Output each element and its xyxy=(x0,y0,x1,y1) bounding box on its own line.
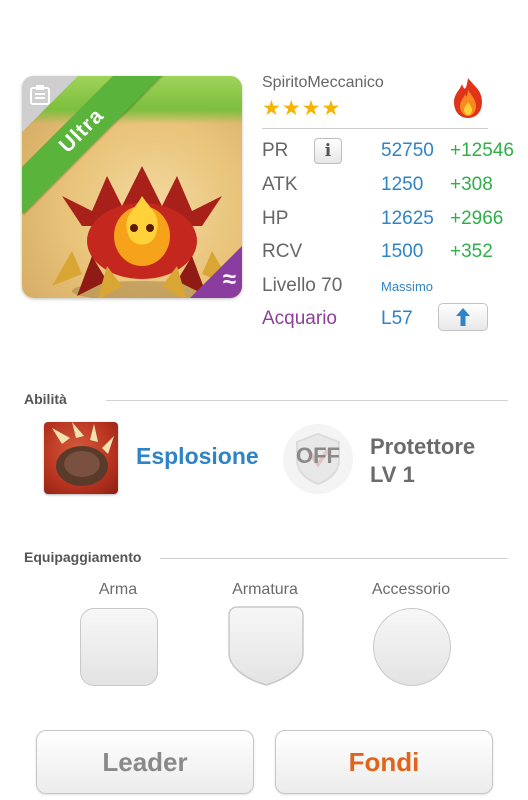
accessory-slot[interactable] xyxy=(373,608,451,686)
monster-name: SpiritoMeccanico xyxy=(262,74,384,91)
leader-skill-off-label: OFF xyxy=(296,443,340,468)
equipment-title: Equipaggiamento xyxy=(24,549,142,565)
armor-label: Armatura xyxy=(232,581,298,598)
atk-bonus: +308 xyxy=(450,174,493,195)
rcv-bonus: +352 xyxy=(450,241,493,262)
active-skill-icon[interactable] xyxy=(44,422,118,494)
leader-skill-name: Protettore LV 1 xyxy=(370,433,475,489)
level-max-text: Massimo xyxy=(381,279,434,294)
pr-label: PR xyxy=(262,140,289,161)
active-skill-name[interactable]: Esplosione xyxy=(136,443,259,470)
abilities-title: Abilità xyxy=(24,391,67,407)
fire-icon xyxy=(454,78,482,118)
abilities-divider xyxy=(106,400,508,401)
atk-label: ATK xyxy=(262,174,298,195)
claw-icon xyxy=(52,422,114,486)
level-label: Livello 70 xyxy=(262,275,343,296)
pr-value: 52750 xyxy=(381,140,434,161)
leader-skill-name-line1: Protettore xyxy=(370,434,476,459)
hp-value: 12625 xyxy=(381,208,434,229)
aquarius-level: L57 xyxy=(381,308,413,329)
accessory-label: Accessorio xyxy=(371,581,451,598)
equipment-tag-icon xyxy=(30,85,50,105)
header-divider xyxy=(262,128,488,129)
upgrade-button[interactable] xyxy=(438,303,488,331)
leader-button[interactable]: Leader xyxy=(36,730,254,794)
aquarius-label: Acquario xyxy=(262,308,337,329)
equipment-divider xyxy=(160,558,508,559)
weapon-label: Arma xyxy=(98,581,138,598)
hp-label: HP xyxy=(262,208,289,229)
pr-bonus: +12546 xyxy=(450,140,514,161)
hp-bonus: +2966 xyxy=(450,208,504,229)
rcv-value: 1500 xyxy=(381,241,424,262)
atk-value: 1250 xyxy=(381,174,424,195)
info-icon: i xyxy=(324,141,332,161)
water-icon: ≈ xyxy=(222,266,236,293)
rcv-label: RCV xyxy=(262,241,303,262)
arrow-up-icon xyxy=(456,308,470,326)
leader-skill-level: LV 1 xyxy=(370,462,415,487)
weapon-slot[interactable] xyxy=(80,608,158,686)
monster-portrait-card[interactable]: Ultra ≈ xyxy=(22,76,242,298)
fuse-button[interactable]: Fondi xyxy=(275,730,493,794)
armor-slot[interactable] xyxy=(227,605,305,687)
star-rating: ★★★★ xyxy=(262,97,342,120)
info-button[interactable]: i xyxy=(314,138,342,164)
